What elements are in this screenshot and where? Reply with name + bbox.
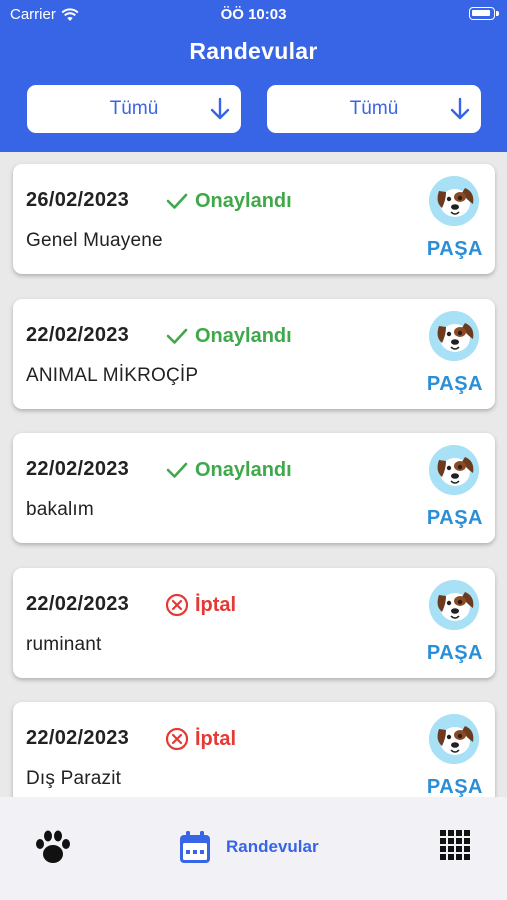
appointment-service: ruminant	[26, 634, 102, 655]
pet-name-link[interactable]: PAŞA	[427, 642, 483, 665]
appointment-card[interactable]: 22/02/2023 İptal Dış Parazit PAŞA	[13, 702, 495, 797]
dog-avatar-icon	[429, 311, 479, 361]
dog-avatar-icon	[429, 445, 479, 495]
pet-name-link[interactable]: PAŞA	[427, 373, 483, 396]
appointment-date: 22/02/2023	[26, 593, 130, 615]
appointment-date: 22/02/2023	[26, 458, 130, 480]
status-approved: Onaylandı	[165, 189, 292, 213]
appointment-date: 22/02/2023	[26, 727, 130, 749]
dog-avatar-icon	[429, 176, 479, 226]
status-label: Onaylandı	[195, 189, 292, 212]
dog-avatar-icon	[429, 580, 479, 630]
app-header: Carrier ÖÖ 10:03 Randevular Tümü Tümü	[0, 0, 507, 152]
bottom-nav: Randevular	[0, 797, 507, 900]
checkmark-icon	[166, 462, 188, 478]
appointment-card[interactable]: 26/02/2023 Onaylandı Genel Muayene PAŞA	[13, 164, 495, 274]
appointment-service: ANIMAL MİKROÇİP	[26, 365, 199, 386]
arrow-down-icon	[210, 97, 230, 120]
status-time: ÖÖ 10:03	[220, 6, 287, 23]
pet-name-link[interactable]: PAŞA	[427, 507, 483, 530]
nav-appointments-label: Randevular	[226, 837, 319, 856]
appointment-date: 26/02/2023	[26, 189, 130, 211]
filter-dropdown-left[interactable]: Tümü	[27, 85, 241, 133]
status-label: İptal	[195, 593, 237, 616]
pet-name-link[interactable]: PAŞA	[427, 238, 483, 261]
appointment-service: bakalım	[26, 499, 94, 520]
filter-dropdown-right[interactable]: Tümü	[267, 85, 481, 133]
status-cancelled: İptal	[165, 727, 236, 751]
grid-icon[interactable]	[440, 830, 470, 860]
status-approved: Onaylandı	[165, 324, 292, 348]
status-label: Onaylandı	[195, 324, 292, 347]
filter-right-label: Tümü	[349, 98, 399, 119]
paw-icon[interactable]	[34, 829, 72, 865]
appointment-card[interactable]: 22/02/2023 Onaylandı bakalım PAŞA	[13, 433, 495, 543]
dog-avatar-icon	[429, 714, 479, 764]
appointment-card[interactable]: 22/02/2023 Onaylandı ANIMAL MİKROÇİP PAŞ…	[13, 299, 495, 409]
arrow-down-icon	[450, 97, 470, 120]
checkmark-icon	[166, 328, 188, 344]
appointment-service: Dış Parazit	[26, 768, 122, 789]
pet-name-link[interactable]: PAŞA	[427, 776, 483, 797]
cancel-circle-icon	[165, 593, 189, 617]
battery-icon	[469, 7, 499, 20]
appointment-card[interactable]: 22/02/2023 İptal ruminant PAŞA	[13, 568, 495, 678]
appointment-date: 22/02/2023	[26, 324, 130, 346]
cancel-circle-icon	[165, 727, 189, 751]
checkmark-icon	[166, 193, 188, 209]
page-title: Randevular	[189, 38, 318, 64]
appointment-list[interactable]: 26/02/2023 Onaylandı Genel Muayene PAŞA …	[0, 152, 507, 797]
status-cancelled: İptal	[165, 593, 236, 617]
nav-appointments[interactable]: Randevular	[178, 829, 319, 865]
status-label: Onaylandı	[195, 458, 292, 481]
status-label: İptal	[195, 727, 237, 750]
calendar-icon	[180, 831, 210, 863]
appointment-service: Genel Muayene	[26, 230, 163, 251]
status-approved: Onaylandı	[165, 458, 292, 482]
status-bar: Carrier ÖÖ 10:03	[0, 0, 507, 28]
filter-left-label: Tümü	[109, 98, 159, 119]
